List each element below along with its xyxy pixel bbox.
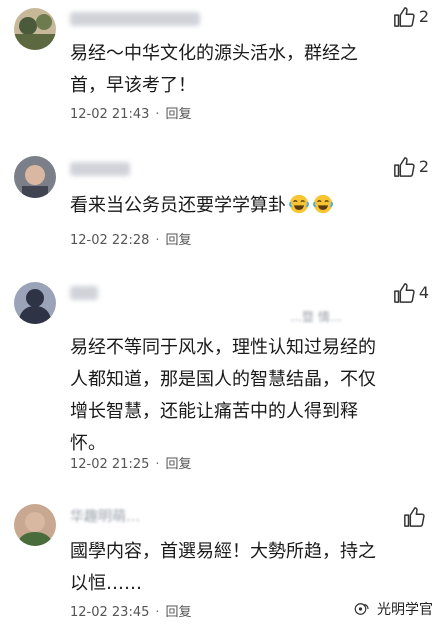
comment-text: 易经不等同于风水，理性认知过易经的 人都知道，那是国人的智慧结晶，不仅 增长智慧… [70,337,376,454]
like-button[interactable] [403,506,429,528]
like-button[interactable]: 2 [393,156,429,178]
comment-meta: 12-02 21:25 · 回复 [70,457,192,472]
username-fragment-blurred: …暨 情… [290,310,342,324]
avatar[interactable] [14,504,56,546]
thumbs-up-icon [393,7,415,27]
watermark-footer: 光明学官 [353,599,433,619]
comment-time: 12-02 21:43 [70,107,150,122]
avatar[interactable] [14,282,56,324]
comment-time: 12-02 21:25 [70,457,150,472]
thumbs-up-icon [393,157,415,177]
tears-of-joy-emoji-icon [289,194,309,214]
comment-text: 看来当公务员还要学学算卦 [70,190,430,222]
comment-meta: 12-02 23:45 · 回复 [70,605,192,620]
username-blurred[interactable]: 华趣明萌… [70,506,140,526]
username-blurred[interactable] [70,162,130,176]
reply-link[interactable]: 回复 [166,233,192,248]
like-button[interactable]: 4 [393,282,429,304]
comment-time: 12-02 22:28 [70,233,150,248]
avatar[interactable] [14,156,56,198]
thumbs-up-icon [393,283,415,303]
tears-of-joy-emoji-icon [313,194,333,214]
comment-meta: 12-02 22:28 · 回复 [70,233,192,248]
comment-time: 12-02 23:45 [70,605,150,620]
wechat-official-account-icon [354,603,369,615]
comment-text: 易经～中华文化的源头活水，群经之 首，早该考了！ [70,43,358,96]
avatar[interactable] [14,8,56,50]
reply-link[interactable]: 回复 [166,457,192,472]
thumbs-up-icon [404,507,425,527]
like-count: 2 [418,7,429,26]
like-button[interactable]: 2 [393,6,429,28]
username-blurred[interactable] [70,286,98,300]
comment-text-content: 看来当公务员还要学学算卦 [70,195,286,216]
comment-meta: 12-02 21:43 · 回复 [70,107,192,122]
reply-link[interactable]: 回复 [166,605,192,620]
reply-link[interactable]: 回复 [166,107,192,122]
brand-name: 光明学官 [377,602,433,618]
comment-text: 國學内容，首選易經！大勢所趋，持之 以恒…… [70,541,376,594]
username-blurred[interactable] [70,12,200,26]
like-count: 4 [418,283,429,302]
like-count: 2 [418,157,429,176]
